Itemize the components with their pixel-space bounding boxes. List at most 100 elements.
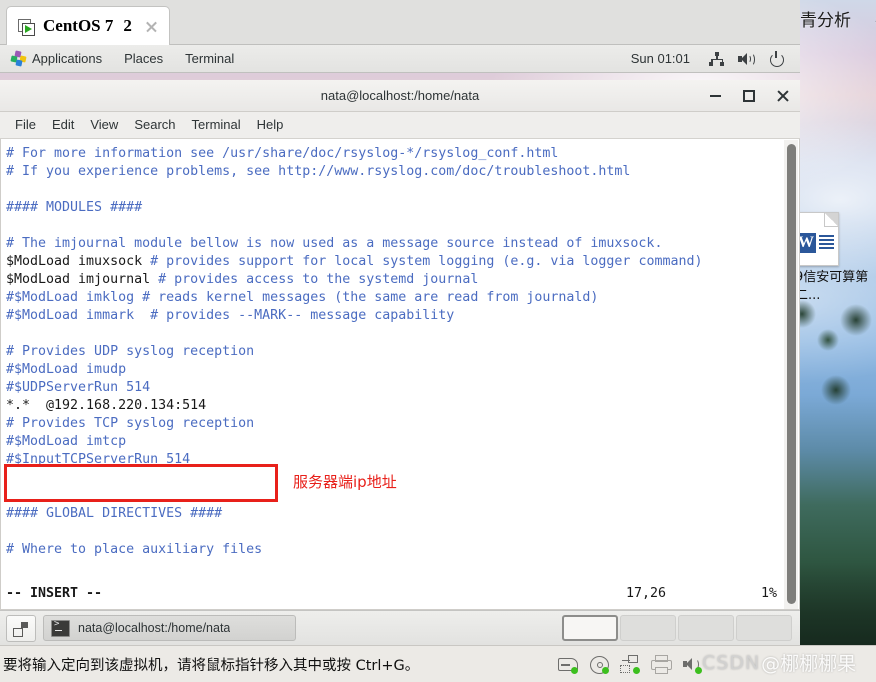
terminal-line: # Provides TCP syslog reception [6,415,781,433]
menu-terminal[interactable]: Terminal [174,45,245,72]
terminal-text-buffer: # For more information see /usr/share/do… [6,145,781,559]
close-button[interactable] [766,80,800,111]
terminal-text-span: # If you experience problems, see http:/… [6,164,631,179]
terminal-line: $ModLoad imjournal # provides access to … [6,271,781,289]
terminal-line: #$ModLoad imklog # reads kernel messages… [6,289,781,307]
power-button[interactable] [762,51,791,67]
terminal-line: # Provides UDP syslog reception [6,343,781,361]
desktop-file-name: 9信安可算第二... [795,270,869,303]
terminal-screen[interactable]: # For more information see /usr/share/do… [0,139,800,610]
menu-help[interactable]: Help [249,112,292,138]
hdd-icon[interactable] [558,654,578,674]
vm-tab-number: 2 [123,16,132,35]
vmware-status-message: 要将输入定向到该虚拟机，请将鼠标指针移入其中或按 Ctrl+G。 [3,657,420,674]
minimize-icon [709,94,721,97]
cd-icon[interactable] [589,654,609,674]
terminal-text-span: # For more information see /usr/share/do… [6,146,559,161]
taskbar-item-terminal[interactable]: nata@localhost:/home/nata [43,615,296,641]
network-icon [709,51,724,66]
terminal-text-span: #$ModLoad immark # provides --MARK-- mes… [6,308,455,323]
vmware-tab-strip: CentOS 7 2 [0,0,800,45]
terminal-line: #### MODULES #### [6,199,781,217]
gnome-top-panel: Applications Places Terminal Sun 01:01 [0,45,800,73]
terminal-text-span: #$UDPServerRun 514 [6,380,151,395]
volume-icon [738,52,755,66]
printer-icon[interactable] [651,654,672,674]
vm-power-icon [18,18,35,36]
gnome-bottom-taskbar: nata@localhost:/home/nata [0,610,800,645]
close-icon[interactable] [144,19,159,34]
sound-icon[interactable] [682,654,702,674]
minimize-button[interactable] [698,80,732,111]
workspace-4[interactable] [736,615,792,641]
terminal-icon [51,619,70,637]
terminal-line: #$ModLoad immark # provides --MARK-- mes… [6,307,781,325]
volume-button[interactable] [731,52,762,66]
annotation-label: 服务器端ip地址 [293,473,397,491]
gnome-panel-menus: Applications Places Terminal [0,45,245,72]
desktop-file-shortcut[interactable]: W 9信安可算第二... [795,212,875,305]
network-status-button[interactable] [702,51,731,66]
terminal-titlebar[interactable]: nata@localhost:/home/nata [0,80,800,112]
terminal-text-span: # Where to place auxiliary files [6,542,263,557]
desktop-label-1: 青分析 [800,11,851,31]
terminal-text-span: #$InputTCPServerRun 514 [6,452,191,467]
terminal-line: # The imjournal module bellow is now use… [6,235,781,253]
desktop-top-labels: 青分析 拳 [800,6,876,31]
word-document-icon: W [795,212,839,266]
terminal-text-span: # provides access to the systemd journal [158,272,479,287]
terminal-line: #$UDPServerRun 514 [6,379,781,397]
workspace-2[interactable] [620,615,676,641]
terminal-line: $ModLoad imuxsock # provides support for… [6,253,781,271]
vmware-workstation-window: 青分析 拳 W 9信安可算第二... CentOS 7 2 A [0,0,876,682]
terminal-text-span: # Provides UDP syslog reception [6,344,255,359]
terminal-text-span: #### MODULES #### [6,200,143,215]
terminal-text-span: # Provides TCP syslog reception [6,416,255,431]
menu-file[interactable]: File [7,112,44,138]
vm-tab-centos7[interactable]: CentOS 7 2 [6,6,170,45]
network-icon[interactable] [620,654,640,674]
terminal-line: # If you experience problems, see http:/… [6,163,781,181]
menu-applications[interactable]: Applications [0,45,113,72]
vim-status-line: -- INSERT -- 17,26 1% [6,585,781,603]
terminal-menubar: File Edit View Search Terminal Help [0,112,800,139]
terminal-line: *.* @192.168.220.134:514 [6,397,781,415]
menu-search[interactable]: Search [126,112,183,138]
workspace-1[interactable] [562,615,618,641]
menu-places-label: Places [124,51,164,66]
terminal-text-span: #$ModLoad imtcp [6,434,127,449]
menu-edit[interactable]: Edit [44,112,82,138]
show-desktop-icon[interactable] [6,614,36,642]
vim-cursor-position: 17,26 [626,586,667,601]
terminal-scrollbar[interactable] [784,140,798,609]
vm-tab-title: CentOS 7 [43,16,114,35]
gnome-panel-tray: Sun 01:01 [619,51,800,67]
maximize-icon [743,89,755,102]
vim-scroll-percent: 1% [761,586,778,601]
terminal-line: #$InputTCPServerRun 514 [6,451,781,469]
terminal-line: #$ModLoad imudp [6,361,781,379]
terminal-line: # Where to place auxiliary files [6,541,781,559]
page-fold [824,213,838,227]
terminal-text-span: #$ModLoad imklog # reads kernel messages… [6,290,599,305]
menu-view[interactable]: View [82,112,126,138]
workspace-3[interactable] [678,615,734,641]
menu-places[interactable]: Places [113,45,174,72]
menu-terminal-label: Terminal [185,51,235,66]
maximize-button[interactable] [732,80,766,111]
terminal-text-span: *.* @192.168.220.134:514 [6,398,207,413]
menu-terminal[interactable]: Terminal [184,112,249,138]
taskbar-item-label: nata@localhost:/home/nata [78,621,231,635]
terminal-text-span: #$ModLoad imudp [6,362,127,377]
scrollbar-thumb[interactable] [787,144,796,604]
vim-mode-indicator: -- INSERT -- [6,586,103,601]
panel-clock[interactable]: Sun 01:01 [619,51,702,66]
terminal-text-span: # The imjournal module bellow is now use… [6,236,663,251]
menu-applications-label: Applications [32,51,103,66]
terminal-text-span: #### GLOBAL DIRECTIVES #### [6,506,223,521]
vmware-status-bar: 要将输入定向到该虚拟机，请将鼠标指针移入其中或按 Ctrl+G。 [0,645,876,682]
terminal-text-span: $ModLoad imuxsock [6,254,151,269]
